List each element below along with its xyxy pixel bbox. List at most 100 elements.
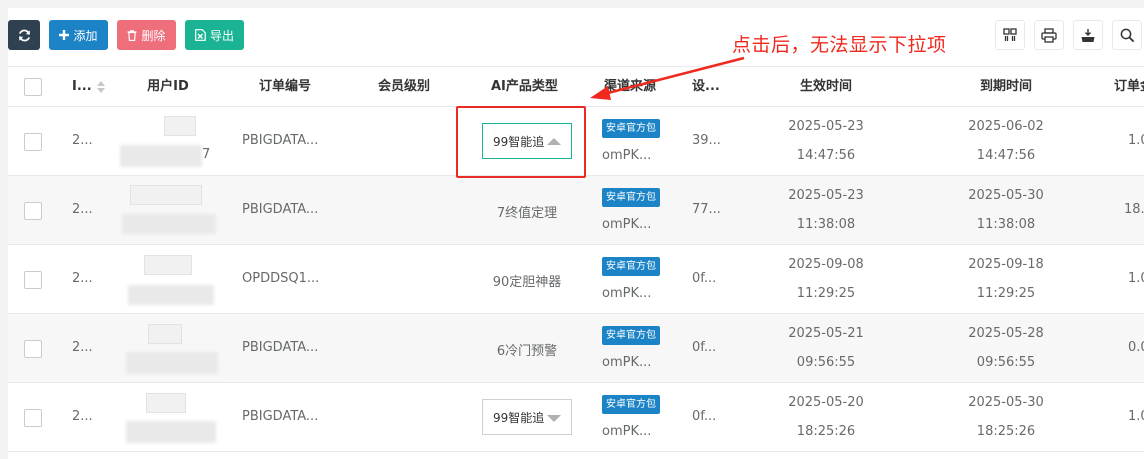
header-user-id: 用户ID (147, 79, 189, 94)
redacted-user-id (146, 393, 186, 413)
redacted-user-id (128, 285, 214, 305)
channel-tag: 安卓官方包 (602, 119, 660, 138)
header-end-time: 到期时间 (979, 79, 1032, 94)
end-time: 09:56:55 (976, 355, 1036, 370)
start-time: 09:56:55 (796, 355, 856, 370)
redacted-user-id (164, 116, 196, 136)
search-icon (1120, 28, 1134, 42)
order-no: PBIGDATA... (242, 133, 319, 148)
redacted-user-id (126, 421, 216, 443)
row-checkbox[interactable] (24, 340, 42, 358)
order-amount: 1.0 (1128, 409, 1144, 424)
end-date: 2025-05-28 (968, 326, 1044, 341)
end-date: 2025-05-30 (968, 395, 1044, 410)
redacted-user-id (130, 185, 202, 205)
order-no: PBIGDATA... (242, 340, 319, 355)
channel-source: omPK... (602, 355, 652, 370)
header-device: 设... (692, 79, 720, 94)
row-checkbox[interactable] (24, 409, 42, 427)
table-row[interactable]: 2... PBIGDATA... 6冷门预警 安卓官方包 omPK... 0f.… (8, 314, 1144, 383)
header-order-amount: 订单金 (1114, 79, 1144, 94)
delete-button[interactable]: 删除 (117, 20, 176, 50)
refresh-button[interactable] (8, 20, 40, 50)
device: 39... (692, 133, 721, 148)
redacted-user-id (120, 145, 202, 167)
select-all-checkbox[interactable] (24, 78, 42, 96)
start-date: 2025-05-23 (788, 188, 864, 203)
device: 0f... (692, 271, 717, 286)
ai-type-text[interactable]: 7终值定理 (482, 202, 572, 221)
end-time: 11:29:25 (976, 286, 1036, 301)
start-time: 18:25:26 (796, 424, 856, 439)
start-time: 11:29:25 (796, 286, 856, 301)
annotation-text: 点击后，无法显示下拉项 (732, 34, 947, 56)
row-checkbox[interactable] (24, 271, 42, 289)
ai-type-text[interactable]: 90定胆神器 (482, 271, 572, 290)
highlight-box (456, 106, 586, 178)
row-id: 2... (72, 340, 93, 355)
add-button[interactable]: 添加 (49, 20, 108, 50)
ai-type-text[interactable]: 6冷门预警 (482, 340, 572, 359)
search-button[interactable] (1112, 20, 1142, 50)
header-member-level: 会员级别 (378, 79, 431, 94)
print-icon (1041, 27, 1057, 43)
row-id: 2... (72, 202, 93, 217)
channel-source: omPK... (602, 217, 652, 232)
columns-toggle-button[interactable] (995, 20, 1025, 50)
channel-tag: 安卓官方包 (602, 257, 660, 276)
redacted-user-id (126, 352, 218, 374)
table-row[interactable]: 2... PBIGDATA... 99智能追 安卓官方包 omPK... 0f.… (8, 383, 1144, 452)
end-date: 2025-06-02 (968, 119, 1044, 134)
device: 0f... (692, 409, 717, 424)
user-id-suffix: 7 (202, 147, 211, 162)
table-row[interactable]: 2... OPDDSQ1... 90定胆神器 安卓官方包 omPK... 0f.… (8, 245, 1144, 314)
table-header: I... 用户ID 订单编号 会员级别 AI产品类型 渠道来源 设... 生效时… (8, 66, 1144, 107)
order-no: PBIGDATA... (242, 409, 319, 424)
start-date: 2025-05-23 (788, 119, 864, 134)
start-time: 14:47:56 (796, 148, 856, 163)
ai-type-value: 99智能追 (493, 410, 545, 425)
row-id: 2... (72, 409, 93, 424)
sort-icon[interactable] (96, 80, 106, 94)
delete-button-label: 删除 (141, 28, 166, 43)
end-time: 14:47:56 (976, 148, 1036, 163)
export-tools-icon (1081, 28, 1095, 42)
row-checkbox[interactable] (24, 202, 42, 220)
row-id: 2... (72, 271, 93, 286)
redacted-user-id (122, 214, 216, 234)
order-amount: 0.0 (1128, 340, 1144, 355)
channel-tag: 安卓官方包 (602, 395, 660, 414)
redacted-user-id (148, 324, 182, 344)
columns-icon (1003, 28, 1017, 41)
channel-tag: 安卓官方包 (602, 188, 660, 207)
trash-icon (127, 29, 137, 41)
order-panel: 添加 删除 导出 I... 用户ID 订单编号 会员级别 AI产品类型 渠道来源… (8, 8, 1144, 459)
table-row[interactable]: 2... PBIGDATA... 7终值定理 安卓官方包 omPK... 77.… (8, 176, 1144, 245)
export-button[interactable]: 导出 (185, 20, 244, 50)
row-checkbox[interactable] (24, 133, 42, 151)
order-no: OPDDSQ1... (242, 271, 320, 286)
start-date: 2025-09-08 (788, 257, 864, 272)
end-time: 18:25:26 (976, 424, 1036, 439)
channel-tag: 安卓官方包 (602, 326, 660, 345)
channel-source: omPK... (602, 424, 652, 439)
redacted-user-id (144, 255, 192, 275)
end-date: 2025-09-18 (968, 257, 1044, 272)
channel-source: omPK... (602, 286, 652, 301)
start-time: 11:38:08 (796, 217, 856, 232)
device: 0f... (692, 340, 717, 355)
order-amount: 18. (1124, 202, 1144, 217)
row-id: 2... (72, 133, 93, 148)
header-channel: 渠道来源 (604, 79, 657, 94)
export-tools-button[interactable] (1073, 20, 1103, 50)
ai-type-select[interactable]: 99智能追 (482, 399, 572, 435)
order-no: PBIGDATA... (242, 202, 319, 217)
start-date: 2025-05-21 (788, 326, 864, 341)
print-button[interactable] (1034, 20, 1064, 50)
start-date: 2025-05-20 (788, 395, 864, 410)
order-amount: 1.0 (1128, 271, 1144, 286)
device: 77... (692, 202, 721, 217)
refresh-icon (18, 29, 30, 41)
header-ai-type: AI产品类型 (491, 79, 558, 94)
header-start-time: 生效时间 (799, 79, 852, 94)
